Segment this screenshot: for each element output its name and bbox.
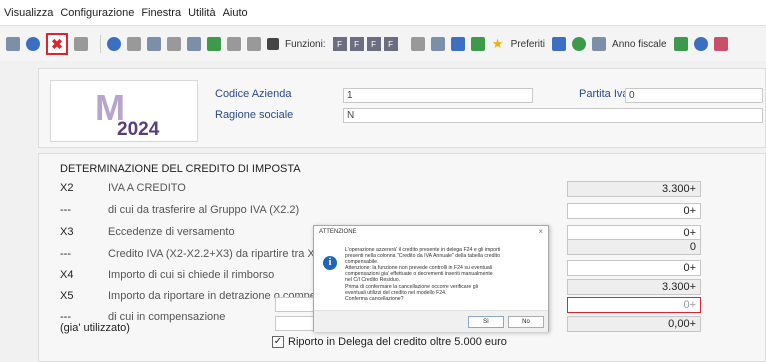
compensazione-value[interactable]: 0+ <box>567 297 701 313</box>
logo-year: 2024 <box>117 119 160 140</box>
calendar-icon[interactable] <box>592 37 607 51</box>
row-desc: IVA A CREDITO <box>108 182 186 194</box>
riporto-delega-checkbox-row[interactable]: ✓ Riporto in Delega del credito oltre 5.… <box>272 336 507 348</box>
delete-button[interactable]: ✖ <box>46 33 68 55</box>
gruppo-iva-value[interactable]: 0+ <box>567 203 701 219</box>
detrazione-value: 3.300+ <box>567 279 701 295</box>
book-icon[interactable] <box>167 37 181 51</box>
credito-da-ripartire-value: 0 <box>567 239 701 255</box>
section-title: DETERMINAZIONE DEL CREDITO DI IMPOSTA <box>60 163 301 175</box>
dialog-message-line: Conferma cancellazione? <box>345 295 404 302</box>
menu-utilita[interactable]: Utilità <box>188 7 216 19</box>
row-code: X4 <box>60 269 74 281</box>
close-icon[interactable]: × <box>538 227 543 236</box>
menu-visualizza[interactable]: Visualizza <box>4 7 53 19</box>
dialog-title: ATTENZIONE <box>319 229 357 235</box>
help-icon[interactable] <box>693 37 708 51</box>
dialog-message: L'operazione azzererà' il credito presen… <box>345 247 543 302</box>
ragione-sociale-field[interactable]: N <box>343 108 763 123</box>
row-desc: Importo di cui si chiede il rimborso <box>108 269 275 281</box>
attach-icon[interactable] <box>227 37 241 51</box>
yes-button[interactable]: Sì <box>468 316 504 328</box>
printer-icon[interactable] <box>410 37 425 51</box>
gia-utilizzato-field[interactable] <box>275 316 315 331</box>
binoculars-icon[interactable] <box>673 37 688 51</box>
eraser-icon[interactable] <box>713 37 728 51</box>
ragione-sociale-label: Ragione sociale <box>215 109 294 121</box>
app-logo: M 2024 <box>50 80 198 142</box>
book-dark-icon[interactable] <box>267 38 279 50</box>
gia-utilizzato-value: 0,00+ <box>567 316 701 332</box>
toolbar: ✖ Funzioni: F F F F ★ Preferiti Anno fis… <box>0 27 766 61</box>
row-code: X3 <box>60 226 74 238</box>
sort-icon[interactable] <box>552 37 567 51</box>
star-icon[interactable]: ★ <box>491 36 505 51</box>
compensazione-field[interactable] <box>275 297 315 312</box>
menu-bar: Visualizza Configurazione Finestra Utili… <box>0 0 766 26</box>
globe-icon[interactable] <box>207 37 221 51</box>
calculator-icon[interactable] <box>187 37 201 51</box>
row-desc: di cui da trasferire al Gruppo IVA (X2.2… <box>108 204 300 216</box>
row-code: --- <box>60 248 71 260</box>
exit-icon[interactable] <box>6 37 20 51</box>
f-key-icon[interactable]: F <box>383 37 398 51</box>
form-icon[interactable] <box>450 37 465 51</box>
partita-iva-label: Partita Iva <box>579 88 629 100</box>
menu-configurazione[interactable]: Configurazione <box>60 7 134 19</box>
row-code: X5 <box>60 290 74 302</box>
riporto-delega-label: Riporto in Delega del credito oltre 5.00… <box>288 336 507 348</box>
riporto-delega-checkbox[interactable]: ✓ <box>272 336 284 348</box>
attenzione-dialog: ATTENZIONE × i L'operazione azzererà' il… <box>313 225 549 332</box>
document-icon[interactable] <box>247 37 261 51</box>
info-icon[interactable] <box>107 37 121 51</box>
excel-icon[interactable] <box>470 37 485 51</box>
print-icon[interactable] <box>74 37 88 51</box>
partita-iva-field[interactable]: 0 <box>625 88 763 103</box>
row-code: (gia' utilizzato) <box>60 322 130 334</box>
codice-azienda-field[interactable]: 1 <box>343 88 533 103</box>
function-keys: F F F F <box>332 37 401 51</box>
row-desc: Eccedenze di versamento <box>108 226 235 238</box>
menu-aiuto[interactable]: Aiuto <box>223 7 248 19</box>
funzioni-label: Funzioni: <box>285 38 326 50</box>
menu-finestra[interactable]: Finestra <box>141 7 181 19</box>
preferiti-label[interactable]: Preferiti <box>511 39 545 50</box>
iva-credito-value: 3.300+ <box>567 181 701 197</box>
f-key-icon[interactable]: F <box>332 37 347 51</box>
anno-fiscale-label[interactable]: Anno fiscale <box>612 39 666 50</box>
row-desc: Credito IVA (X2-X2.2+X3) da ripartire tr… <box>108 248 347 260</box>
row-code: --- <box>60 204 71 216</box>
monitor-icon[interactable] <box>430 37 445 51</box>
f-key-icon[interactable]: F <box>366 37 381 51</box>
no-button[interactable]: No <box>508 316 544 328</box>
f-key-icon[interactable]: F <box>349 37 364 51</box>
codice-azienda-label: Codice Azienda <box>215 88 292 100</box>
rimborso-value[interactable]: 0+ <box>567 260 701 276</box>
archive-icon[interactable] <box>147 37 161 51</box>
settings-icon[interactable] <box>127 37 141 51</box>
row-code: X2 <box>60 182 74 194</box>
save-icon[interactable] <box>26 37 40 51</box>
web-icon[interactable] <box>572 37 587 51</box>
toolbar-separator <box>100 35 101 53</box>
info-icon: i <box>323 256 337 270</box>
